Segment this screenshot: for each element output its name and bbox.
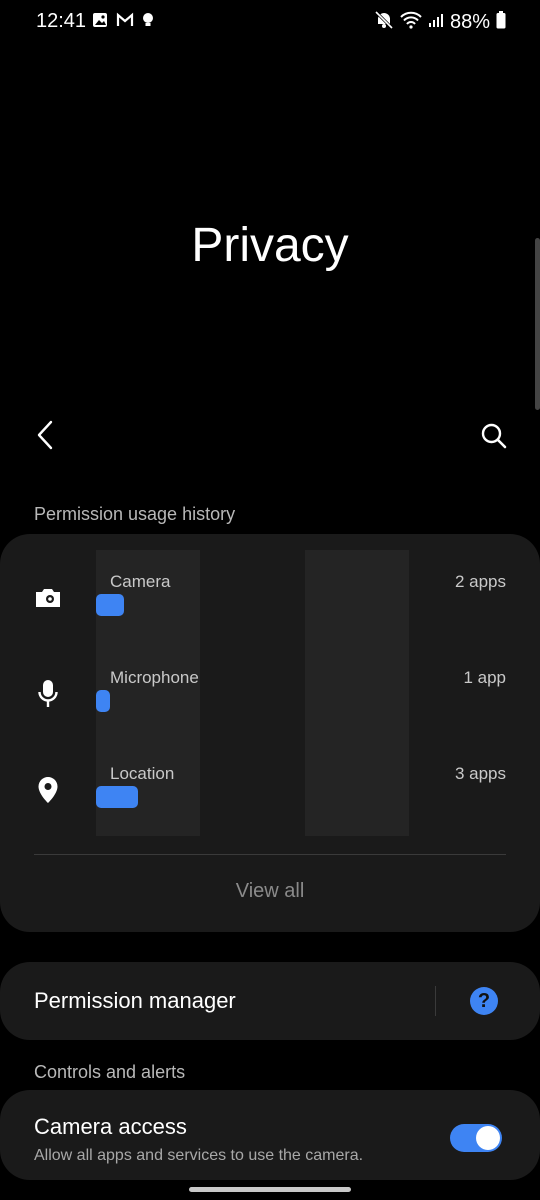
location-pin-icon <box>34 776 62 804</box>
home-indicator[interactable] <box>189 1187 351 1192</box>
camera-access-title: Camera access <box>34 1114 187 1139</box>
wifi-icon <box>400 11 422 34</box>
permission-count: 2 apps <box>454 572 506 591</box>
search-icon <box>480 422 508 455</box>
image-icon <box>92 12 108 33</box>
permission-label: Location <box>110 764 175 783</box>
page-title: Privacy <box>191 219 349 272</box>
battery-percent: 88% <box>449 11 490 33</box>
permission-count: 1 app <box>463 668 506 687</box>
divider <box>34 854 506 855</box>
mute-icon <box>374 10 394 35</box>
section-header-permission-history: Permission usage history <box>34 504 236 524</box>
camera-icon <box>34 584 62 612</box>
permission-manager-item[interactable]: Permission manager ? <box>0 962 540 1040</box>
back-button[interactable] <box>28 420 62 454</box>
permission-manager-label: Permission manager <box>34 988 236 1013</box>
camera-access-item[interactable]: Camera access Allow all apps and service… <box>0 1090 540 1180</box>
permission-row-camera[interactable]: Camera 2 apps <box>0 534 540 630</box>
view-all-button[interactable]: View all <box>0 880 540 903</box>
status-time: 12:41 <box>36 10 87 32</box>
status-system-icons: 88% <box>374 10 506 35</box>
toggle-knob <box>476 1126 500 1150</box>
usage-bar <box>96 594 124 616</box>
permission-label: Microphone <box>110 668 199 687</box>
chevron-left-icon <box>35 420 55 455</box>
permission-row-location[interactable]: Location 3 apps <box>0 726 540 822</box>
permission-history-card: Camera 2 apps Microphone 1 app Location … <box>0 534 540 932</box>
permission-row-microphone[interactable]: Microphone 1 app <box>0 630 540 726</box>
usage-bar <box>96 690 110 712</box>
bulb-icon <box>142 12 154 33</box>
help-icon[interactable]: ? <box>470 987 498 1015</box>
camera-access-toggle[interactable] <box>450 1124 502 1152</box>
signal-icon <box>428 12 444 33</box>
permission-label: Camera <box>110 572 171 591</box>
section-header-controls: Controls and alerts <box>34 1062 186 1082</box>
camera-access-subtitle: Allow all apps and services to use the c… <box>34 1147 364 1164</box>
search-button[interactable] <box>476 420 512 456</box>
usage-bar <box>96 786 138 808</box>
status-notification-icons <box>92 12 154 33</box>
status-bar: 12:41 88% <box>0 0 540 46</box>
gmail-icon <box>116 12 134 33</box>
permission-count: 3 apps <box>454 764 506 783</box>
microphone-icon <box>34 680 62 708</box>
battery-icon <box>496 11 506 34</box>
divider <box>435 986 436 1016</box>
